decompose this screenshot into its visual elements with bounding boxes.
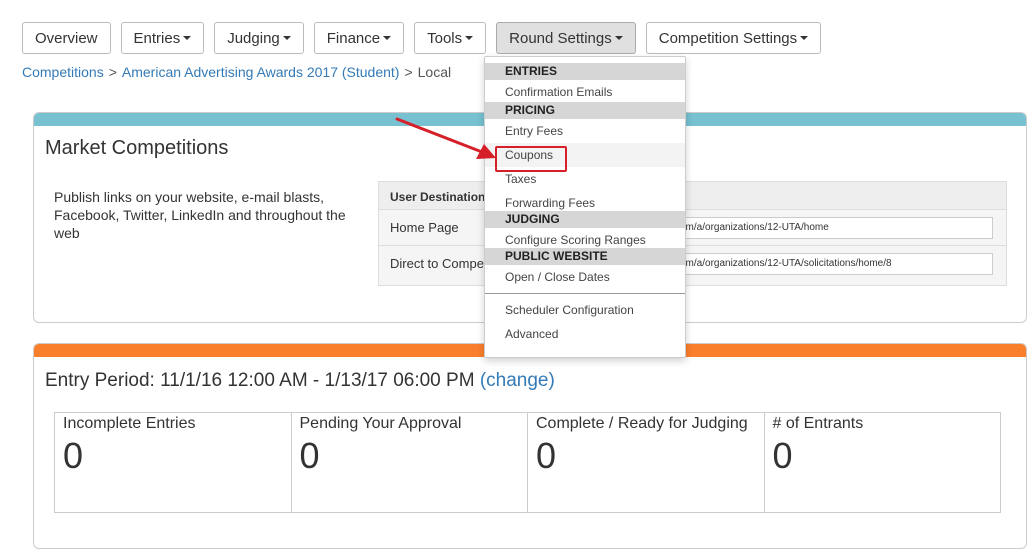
nav-judging-label: Judging bbox=[227, 29, 280, 47]
nav-tools-button[interactable]: Tools bbox=[414, 22, 487, 54]
top-nav: Overview Entries Judging Finance Tools R… bbox=[22, 22, 831, 54]
chevron-down-icon bbox=[614, 36, 623, 40]
breadcrumb-separator: > bbox=[108, 64, 117, 80]
nav-finance-label: Finance bbox=[326, 29, 381, 47]
links-table: User Destination Home Page om/a/organiza… bbox=[378, 181, 1007, 286]
menu-item-confirmation-emails[interactable]: Confirmation Emails bbox=[485, 80, 685, 104]
breadcrumb-competitions-link[interactable]: Competitions bbox=[22, 64, 104, 80]
breadcrumb-separator: > bbox=[404, 64, 413, 80]
row-label: Home Page bbox=[390, 220, 459, 235]
chevron-down-icon bbox=[383, 36, 392, 40]
breadcrumb: Competitions > American Advertising Awards… bbox=[22, 64, 451, 80]
stats-grid: Incomplete Entries 0 Pending Your Approv… bbox=[54, 412, 1001, 513]
menu-section-pricing: PRICING bbox=[485, 102, 685, 119]
stat-value: 0 bbox=[772, 435, 793, 476]
menu-divider bbox=[485, 293, 685, 294]
stat-value: 0 bbox=[536, 435, 557, 476]
menu-item-entry-fees[interactable]: Entry Fees bbox=[485, 119, 685, 143]
menu-section-judging: JUDGING bbox=[485, 211, 685, 228]
nav-overview-button[interactable]: Overview bbox=[22, 22, 111, 54]
stat-complete-ready[interactable]: Complete / Ready for Judging 0 bbox=[528, 413, 765, 512]
chevron-down-icon bbox=[465, 36, 474, 40]
change-period-link[interactable]: (change) bbox=[480, 370, 555, 391]
table-header: User Destination bbox=[379, 182, 1006, 210]
stat-label: # of Entrants bbox=[772, 415, 864, 432]
menu-item-scheduler-configuration[interactable]: Scheduler Configuration bbox=[485, 298, 685, 322]
nav-tools-label: Tools bbox=[427, 29, 463, 47]
panel-title: Market Competitions bbox=[45, 137, 229, 159]
nav-finance-button[interactable]: Finance bbox=[313, 22, 405, 54]
nav-competition-settings-label: Competition Settings bbox=[658, 29, 798, 47]
chevron-down-icon bbox=[800, 36, 809, 40]
coupons-highlight-box bbox=[495, 146, 567, 172]
stat-label: Pending Your Approval bbox=[299, 415, 462, 432]
breadcrumb-competition-link[interactable]: American Advertising Awards 2017 (Studen… bbox=[122, 64, 400, 80]
stat-label: Incomplete Entries bbox=[63, 415, 196, 432]
nav-round-settings-button[interactable]: Round Settings bbox=[496, 22, 636, 54]
stat-entrants[interactable]: # of Entrants 0 bbox=[765, 413, 1001, 512]
nav-round-settings-label: Round Settings bbox=[509, 29, 612, 47]
stat-pending-approval[interactable]: Pending Your Approval 0 bbox=[292, 413, 528, 512]
round-settings-dropdown-menu: ENTRIES Confirmation Emails PRICING Entr… bbox=[484, 56, 686, 358]
menu-item-open-close-dates[interactable]: Open / Close Dates bbox=[485, 265, 685, 289]
table-row: Direct to Compe om/a/organizations/12-UT… bbox=[379, 246, 1006, 282]
url-field[interactable]: om/a/organizations/12-UTA/home bbox=[679, 217, 993, 239]
stat-label: Complete / Ready for Judging bbox=[536, 415, 748, 432]
chevron-down-icon bbox=[183, 36, 192, 40]
nav-entries-label: Entries bbox=[133, 29, 181, 47]
menu-item-advanced[interactable]: Advanced bbox=[485, 322, 685, 346]
menu-section-entries: ENTRIES bbox=[485, 63, 685, 80]
stat-value: 0 bbox=[63, 435, 84, 476]
stat-incomplete-entries[interactable]: Incomplete Entries 0 bbox=[55, 413, 292, 512]
url-field[interactable]: om/a/organizations/12-UTA/solicitations/… bbox=[679, 253, 993, 275]
nav-competition-settings-button[interactable]: Competition Settings bbox=[645, 22, 822, 54]
menu-section-public-website: PUBLIC WEBSITE bbox=[485, 248, 685, 265]
entry-period-panel: Entry Period: 11/1/16 12:00 AM - 1/13/17… bbox=[33, 343, 1027, 549]
nav-judging-button[interactable]: Judging bbox=[214, 22, 304, 54]
chevron-down-icon bbox=[282, 36, 291, 40]
breadcrumb-current: Local bbox=[417, 64, 452, 80]
row-label: Direct to Compe bbox=[390, 256, 484, 271]
stat-value: 0 bbox=[299, 435, 320, 476]
entry-period-text: Entry Period: 11/1/16 12:00 AM - 1/13/17… bbox=[45, 370, 475, 391]
nav-overview-label: Overview bbox=[35, 29, 98, 47]
table-row: Home Page om/a/organizations/12-UTA/home bbox=[379, 210, 1006, 246]
nav-entries-button[interactable]: Entries bbox=[120, 22, 205, 54]
publish-description: Publish links on your website, e-mail bl… bbox=[54, 189, 346, 241]
entry-period-heading: Entry Period: 11/1/16 12:00 AM - 1/13/17… bbox=[45, 370, 555, 392]
